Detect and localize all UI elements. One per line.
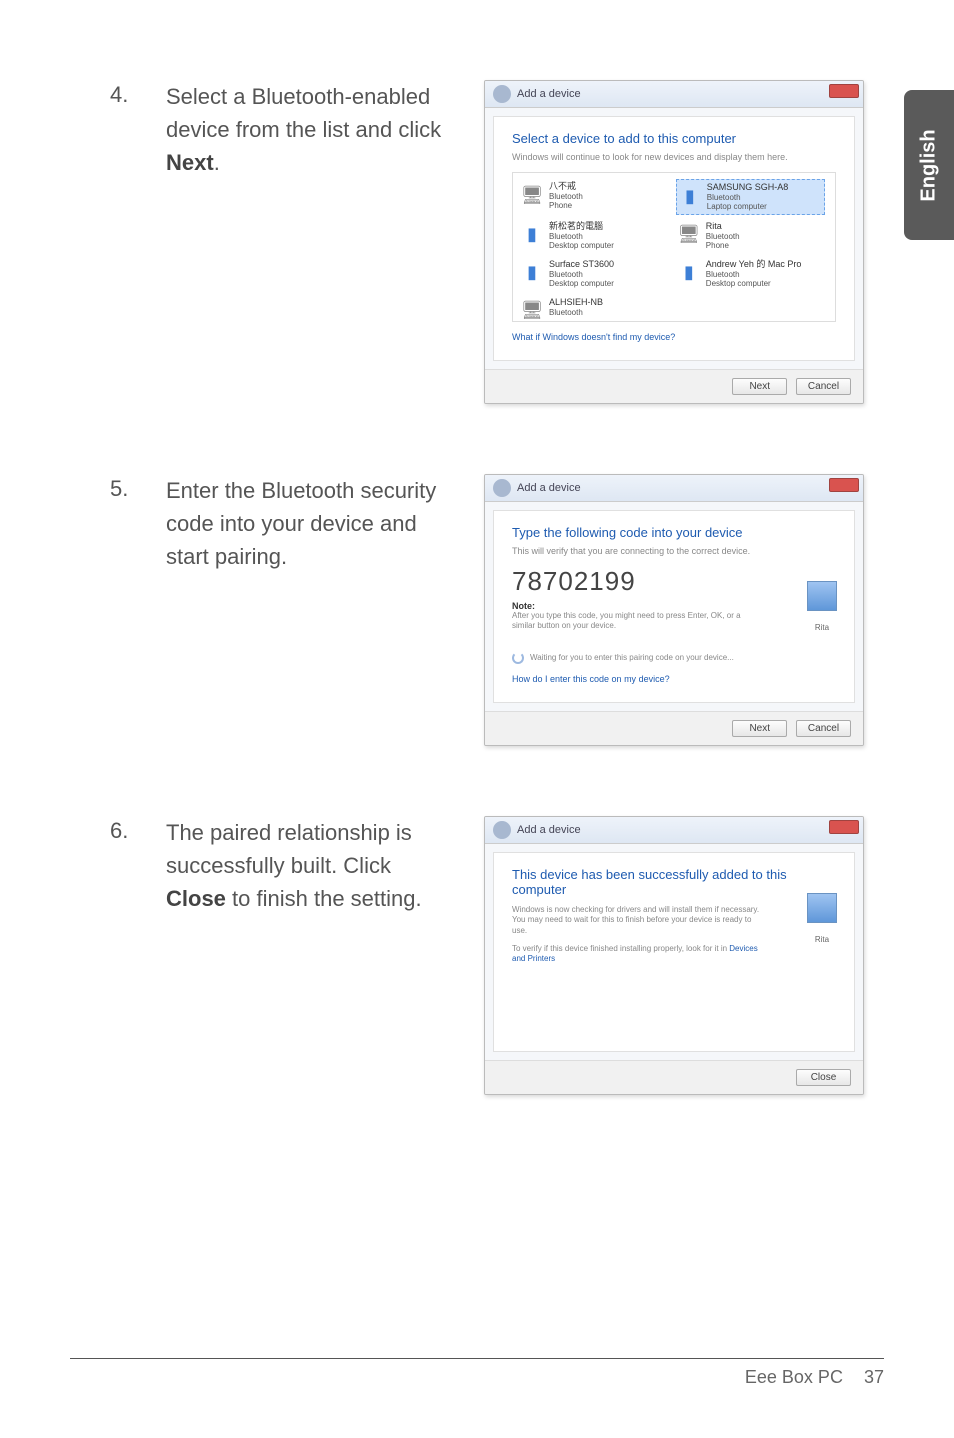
dialog-subtext: This will verify that you are connecting… [512, 546, 836, 556]
note-label: Note: [512, 601, 836, 611]
step-number: 4. [110, 80, 138, 111]
device-list: 🖥 八不戒BluetoothPhone ▮ SAMSUNG SGH-A8Blue… [512, 172, 836, 322]
pairing-code: 78702199 [512, 566, 836, 597]
bluetooth-icon: ▮ [521, 259, 543, 287]
screenshot-select-device: Add a device Select a device to add to t… [484, 80, 864, 404]
device-item-selected[interactable]: ▮ SAMSUNG SGH-A8BluetoothLaptop computer [676, 179, 825, 215]
window-titlebar: Add a device [485, 475, 863, 502]
window-titlebar: Add a device [485, 81, 863, 108]
page-number: 37 [864, 1367, 884, 1387]
step-5: 5. Enter the Bluetooth security code int… [110, 474, 884, 746]
bluetooth-icon: ▮ [521, 221, 543, 249]
device-thumbnail: Rita [804, 893, 840, 944]
device-thumbnail: Rita [804, 581, 840, 632]
body-text: Windows is now checking for drivers and … [512, 905, 762, 936]
back-icon[interactable] [493, 85, 511, 103]
dialog-heading: This device has been successfully added … [512, 867, 836, 897]
window-title: Add a device [517, 482, 581, 494]
close-icon[interactable] [829, 84, 859, 98]
close-icon[interactable] [829, 820, 859, 834]
dialog-footer: Next Cancel [485, 369, 863, 403]
spinner-icon [512, 652, 524, 664]
step-text: Select a Bluetooth-enabled device from t… [166, 80, 456, 179]
device-icon: 🖥 [521, 181, 543, 209]
device-item[interactable]: ▮ 新松茗的電腦BluetoothDesktop computer [519, 219, 668, 253]
dialog-footer: Close [485, 1060, 863, 1094]
step-6: 6. The paired relationship is successful… [110, 816, 884, 1095]
step-4: 4. Select a Bluetooth-enabled device fro… [110, 80, 884, 404]
step-number: 5. [110, 474, 138, 505]
device-item[interactable]: 🖥 八不戒BluetoothPhone [519, 179, 668, 215]
next-button[interactable]: Next [732, 378, 787, 395]
back-icon[interactable] [493, 479, 511, 497]
waiting-text: Waiting for you to enter this pairing co… [530, 653, 734, 663]
dialog-subtext: Windows will continue to look for new de… [512, 152, 836, 162]
next-button[interactable]: Next [732, 720, 787, 737]
device-label: Rita [804, 623, 840, 632]
footer-title: Eee Box PC [745, 1367, 843, 1387]
help-link[interactable]: What if Windows doesn't find my device? [512, 332, 836, 342]
dialog-heading: Select a device to add to this computer [512, 131, 836, 146]
device-icon: 🖥 [678, 221, 700, 249]
device-item[interactable]: 🖥 RitaBluetoothPhone [676, 219, 825, 253]
device-item[interactable]: ▮ Andrew Yeh 的 Mac ProBluetoothDesktop c… [676, 257, 825, 291]
body-text-2: To verify if this device finished instal… [512, 944, 729, 953]
dialog-heading: Type the following code into your device [512, 525, 836, 540]
bluetooth-icon: ▮ [679, 182, 701, 210]
device-item[interactable]: ▮ Surface ST3600BluetoothDesktop compute… [519, 257, 668, 291]
device-item[interactable]: 🖥 ALHSIEH-NBBluetooth [519, 295, 668, 327]
device-icon: 🖥 [521, 297, 543, 325]
step-text: Enter the Bluetooth security code into y… [166, 474, 456, 573]
note-text: After you type this code, you might need… [512, 611, 742, 632]
cancel-button[interactable]: Cancel [796, 720, 851, 737]
window-titlebar: Add a device [485, 817, 863, 844]
screenshot-enter-code: Add a device Type the following code int… [484, 474, 864, 746]
dialog-footer: Next Cancel [485, 711, 863, 745]
device-icon [807, 893, 837, 923]
window-title: Add a device [517, 88, 581, 100]
cancel-button[interactable]: Cancel [796, 378, 851, 395]
device-label: Rita [804, 935, 840, 944]
step-text: The paired relationship is successfully … [166, 816, 456, 915]
help-link[interactable]: How do I enter this code on my device? [512, 674, 836, 684]
screenshot-success: Add a device This device has been succes… [484, 816, 864, 1095]
window-title: Add a device [517, 824, 581, 836]
device-icon [807, 581, 837, 611]
close-icon[interactable] [829, 478, 859, 492]
close-button[interactable]: Close [796, 1069, 851, 1086]
step-number: 6. [110, 816, 138, 847]
language-tab: English [904, 90, 954, 240]
bluetooth-icon: ▮ [678, 259, 700, 287]
back-icon[interactable] [493, 821, 511, 839]
page-footer: Eee Box PC 37 [70, 1358, 884, 1388]
language-label: English [918, 129, 941, 201]
